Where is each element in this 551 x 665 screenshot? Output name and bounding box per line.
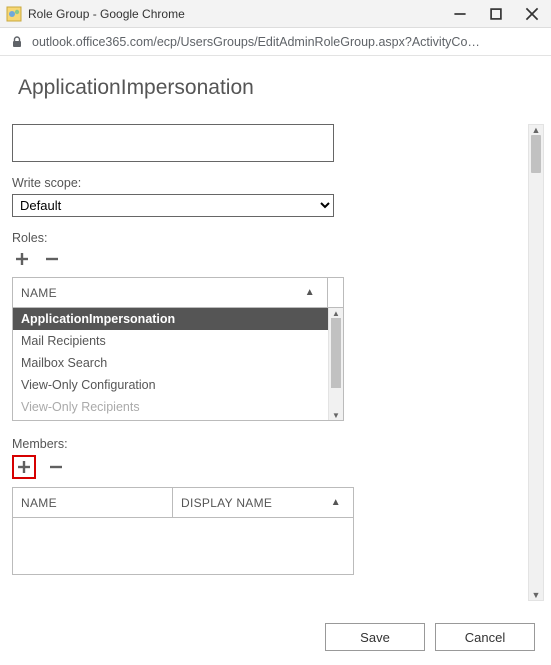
window-controls <box>453 7 547 21</box>
members-toolbar <box>12 455 523 479</box>
roles-header-name: NAME <box>21 286 57 300</box>
form-scrollpane: Write scope: Default Roles: NAME ▲ <box>12 124 523 601</box>
members-remove-button[interactable] <box>46 457 66 477</box>
roles-add-button[interactable] <box>12 249 32 269</box>
members-header-name: NAME <box>21 496 57 510</box>
window-title: Role Group - Google Chrome <box>28 7 453 21</box>
roles-table: NAME ▲ ApplicationImpersonation Mail Rec… <box>12 277 344 421</box>
table-row[interactable]: View-Only Recipients <box>13 396 328 418</box>
role-item-label: ApplicationImpersonation <box>21 312 175 326</box>
page-scrollbar[interactable]: ▲ ▼ <box>528 124 544 601</box>
plus-icon <box>14 251 30 267</box>
sort-indicator-icon: ▲ <box>305 287 315 298</box>
roles-table-header[interactable]: NAME ▲ <box>13 278 343 308</box>
role-item-label: View-Only Recipients <box>21 400 140 414</box>
table-row[interactable]: View-Only Configuration <box>13 374 328 396</box>
members-header-display: DISPLAY NAME <box>181 496 272 510</box>
dialog-footer: Save Cancel <box>325 623 535 651</box>
roles-remove-button[interactable] <box>42 249 62 269</box>
roles-toolbar <box>12 249 523 269</box>
roles-scrollbar[interactable]: ▲ ▼ <box>328 308 343 420</box>
members-table-body <box>13 518 353 574</box>
minus-icon <box>48 459 64 475</box>
url-text[interactable]: outlook.office365.com/ecp/UsersGroups/Ed… <box>32 35 541 49</box>
members-add-button[interactable] <box>12 455 36 479</box>
table-row[interactable]: Mailbox Search <box>13 352 328 374</box>
members-table: NAME DISPLAY NAME ▲ <box>12 487 354 575</box>
scroll-down-icon[interactable]: ▼ <box>329 409 343 420</box>
app-favicon <box>6 6 22 22</box>
minus-icon <box>44 251 60 267</box>
content-pane: ApplicationImpersonation Write scope: De… <box>0 56 551 665</box>
roles-table-body: ApplicationImpersonation Mail Recipients… <box>13 308 343 420</box>
scroll-down-icon[interactable]: ▼ <box>529 588 543 602</box>
close-button[interactable] <box>525 7 539 21</box>
address-bar: outlook.office365.com/ecp/UsersGroups/Ed… <box>0 28 551 56</box>
plus-icon <box>16 459 32 475</box>
role-item-label: Mail Recipients <box>21 334 106 348</box>
minimize-button[interactable] <box>453 7 467 21</box>
description-textarea[interactable] <box>12 124 334 162</box>
window-titlebar: Role Group - Google Chrome <box>0 0 551 28</box>
scroll-thumb[interactable] <box>331 318 341 388</box>
table-row[interactable]: Mail Recipients <box>13 330 328 352</box>
cancel-button[interactable]: Cancel <box>435 623 535 651</box>
sort-indicator-icon: ▲ <box>331 497 341 508</box>
scroll-thumb[interactable] <box>531 135 541 173</box>
write-scope-select[interactable]: Default <box>12 194 334 217</box>
members-label: Members: <box>12 437 523 451</box>
lock-icon <box>10 35 24 49</box>
write-scope-label: Write scope: <box>12 176 523 190</box>
role-item-label: View-Only Configuration <box>21 378 156 392</box>
page-title: ApplicationImpersonation <box>18 76 535 100</box>
table-row[interactable]: ApplicationImpersonation <box>13 308 328 330</box>
save-button[interactable]: Save <box>325 623 425 651</box>
maximize-button[interactable] <box>489 7 503 21</box>
roles-header-spacer <box>327 278 343 307</box>
roles-label: Roles: <box>12 231 523 245</box>
role-item-label: Mailbox Search <box>21 356 107 370</box>
members-table-header[interactable]: NAME DISPLAY NAME ▲ <box>13 488 353 518</box>
